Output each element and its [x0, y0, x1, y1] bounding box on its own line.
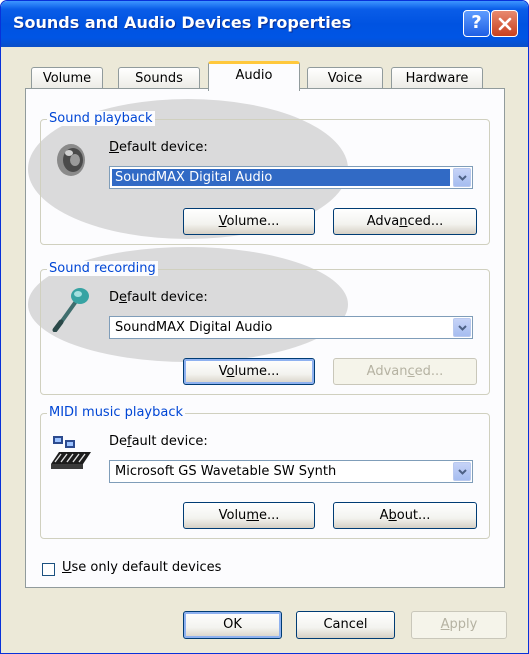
selected-value: SoundMAX Digital Audio	[115, 320, 273, 335]
apply-button[interactable]: Apply	[411, 611, 507, 639]
tab-label: Voice	[327, 71, 363, 86]
midi-device-select[interactable]: Microsoft GS Wavetable SW Synth	[109, 460, 473, 483]
help-icon: ?	[471, 12, 482, 33]
sound-recording-group: Sound recording Default device: SoundMAX…	[40, 261, 490, 395]
playback-advanced-button[interactable]: Advanced...	[333, 208, 477, 235]
playback-device-select[interactable]: SoundMAX Digital Audio	[109, 166, 473, 189]
default-device-label: Default device:	[109, 434, 208, 449]
midi-about-button[interactable]: About...	[333, 502, 477, 529]
close-button[interactable]	[491, 10, 518, 37]
dropdown-button[interactable]	[453, 168, 471, 187]
selected-value: SoundMAX Digital Audio	[112, 169, 450, 186]
recording-advanced-button[interactable]: Advanced...	[333, 358, 477, 385]
cancel-button[interactable]: Cancel	[296, 611, 395, 639]
group-title: Sound playback	[47, 111, 155, 126]
default-device-label: Default device:	[109, 290, 208, 305]
tab-sounds[interactable]: Sounds	[118, 67, 200, 89]
tab-voice[interactable]: Voice	[307, 67, 383, 89]
playback-volume-button[interactable]: Volume...	[183, 208, 315, 235]
selected-value: Microsoft GS Wavetable SW Synth	[115, 464, 337, 479]
title-bar[interactable]: Sounds and Audio Devices Properties ?	[1, 1, 528, 47]
audio-tab-panel: Sound playback Default device: SoundMAX …	[25, 88, 505, 588]
midi-keyboard-icon	[51, 436, 91, 469]
chevron-down-icon	[458, 469, 467, 475]
ok-button[interactable]: OK	[183, 611, 282, 639]
tab-label: Audio	[235, 68, 273, 83]
tab-hardware[interactable]: Hardware	[391, 67, 483, 89]
tab-label: Hardware	[405, 71, 469, 86]
use-default-devices-checkbox[interactable]	[42, 563, 55, 576]
recording-volume-button[interactable]: Volume...	[183, 358, 315, 385]
microphone-icon	[52, 288, 89, 332]
tab-label: Volume	[42, 71, 92, 86]
help-button[interactable]: ?	[463, 10, 490, 37]
tab-label: Sounds	[135, 71, 183, 86]
group-title: Sound recording	[47, 261, 158, 276]
recording-device-select[interactable]: SoundMAX Digital Audio	[109, 316, 473, 339]
sound-playback-group: Sound playback Default device: SoundMAX …	[40, 111, 490, 245]
use-default-devices-label[interactable]: Use only default devices	[62, 560, 221, 575]
default-device-label: Default device:	[109, 140, 208, 155]
chevron-down-icon	[458, 175, 467, 181]
speaker-icon	[57, 144, 85, 176]
group-title: MIDI music playback	[47, 405, 186, 420]
tab-strip: Volume Sounds Audio Voice Hardware	[1, 47, 528, 91]
midi-playback-group: MIDI music playback Default device: Micr…	[40, 405, 490, 539]
tab-audio[interactable]: Audio	[208, 61, 300, 91]
chevron-down-icon	[458, 325, 467, 331]
tab-volume[interactable]: Volume	[31, 67, 103, 89]
midi-volume-button[interactable]: Volume...	[183, 502, 315, 529]
dialog-window: Sounds and Audio Devices Properties ? Vo…	[0, 0, 529, 654]
dropdown-button[interactable]	[453, 462, 471, 481]
dropdown-button[interactable]	[453, 318, 471, 337]
close-icon	[498, 17, 512, 31]
window-title: Sounds and Audio Devices Properties	[13, 13, 352, 32]
